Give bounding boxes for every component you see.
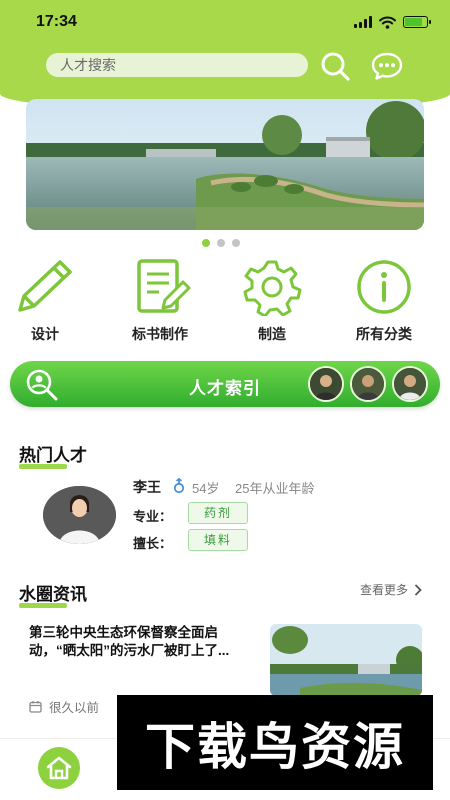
- battery-icon: [403, 16, 431, 28]
- search-input[interactable]: [46, 53, 308, 77]
- category-all[interactable]: 所有分类: [329, 258, 439, 344]
- banner-image: [26, 99, 424, 230]
- talent-age: 54岁: [192, 481, 220, 496]
- avatar[interactable]: [392, 366, 428, 402]
- banner-carousel[interactable]: [26, 99, 424, 230]
- talent-avatars: [308, 366, 428, 402]
- category-design[interactable]: 设计: [0, 258, 100, 344]
- carousel-dot[interactable]: [232, 239, 240, 247]
- info-icon: [357, 260, 411, 314]
- status-time: 17:34: [36, 13, 77, 30]
- search-icon: [321, 52, 350, 81]
- chat-bubble-icon: [371, 52, 403, 80]
- tab-home[interactable]: [38, 747, 80, 789]
- category-label: 制造: [258, 326, 286, 342]
- talent-name: 李王: [133, 479, 161, 495]
- category-bid-writing[interactable]: 标书制作: [105, 258, 215, 344]
- signal-icon: [354, 16, 372, 28]
- search-row: [0, 50, 450, 82]
- category-manufacturing[interactable]: 制造: [217, 258, 327, 344]
- news-section-title: 水圈资讯: [19, 580, 87, 608]
- home-icon: [46, 756, 72, 780]
- category-label: 标书制作: [132, 326, 188, 342]
- talent-index-button[interactable]: 人才索引: [10, 361, 440, 407]
- news-thumbnail[interactable]: [270, 624, 422, 696]
- battery-level: [405, 18, 422, 26]
- avatar[interactable]: [308, 366, 344, 402]
- message-button[interactable]: [370, 51, 404, 81]
- category-label: 所有分类: [356, 326, 412, 342]
- gear-icon: [243, 260, 302, 316]
- carousel-dots: [202, 239, 240, 247]
- category-label: 设计: [31, 326, 59, 342]
- calendar-icon: [29, 701, 42, 713]
- wifi-icon: [379, 16, 396, 29]
- major-label: 专业：: [133, 509, 173, 524]
- news-time-label: 很久以前: [49, 701, 100, 715]
- skill-label: 擅长：: [133, 536, 173, 551]
- category-grid: 设计 标书制作 制造 所有分类: [0, 258, 450, 348]
- view-more-link[interactable]: 查看更多: [360, 581, 422, 598]
- skill-tag: 填料: [188, 529, 248, 551]
- watermark-text: 下载鸟资源: [145, 717, 405, 776]
- carousel-dot[interactable]: [202, 239, 210, 247]
- news-item-title[interactable]: 第三轮中央生态环保督察全面启动，“晒太阳”的污水厂被盯上了...: [29, 624, 261, 660]
- avatar[interactable]: [350, 366, 386, 402]
- document-edit-icon: [137, 259, 191, 313]
- hot-talent-title: 热门人才: [19, 441, 87, 469]
- major-tag: 药剂: [188, 502, 248, 524]
- watermark-overlay: 下载鸟资源: [117, 695, 433, 790]
- carousel-dot[interactable]: [217, 239, 225, 247]
- avatar: [43, 486, 116, 544]
- status-bar: 17:34: [0, 0, 450, 44]
- talent-card[interactable]: 李王 54岁 25年从业年龄 专业： 药剂 擅长： 填料: [0, 470, 450, 560]
- pencil-icon: [18, 260, 72, 312]
- search-button[interactable]: [318, 50, 352, 82]
- chevron-right-icon: [414, 583, 422, 596]
- male-icon: [173, 478, 185, 494]
- news-item-time: 很久以前: [29, 697, 99, 716]
- view-more-label: 查看更多: [360, 583, 409, 597]
- status-icons: [354, 16, 431, 29]
- talent-experience: 25年从业年龄: [235, 481, 315, 496]
